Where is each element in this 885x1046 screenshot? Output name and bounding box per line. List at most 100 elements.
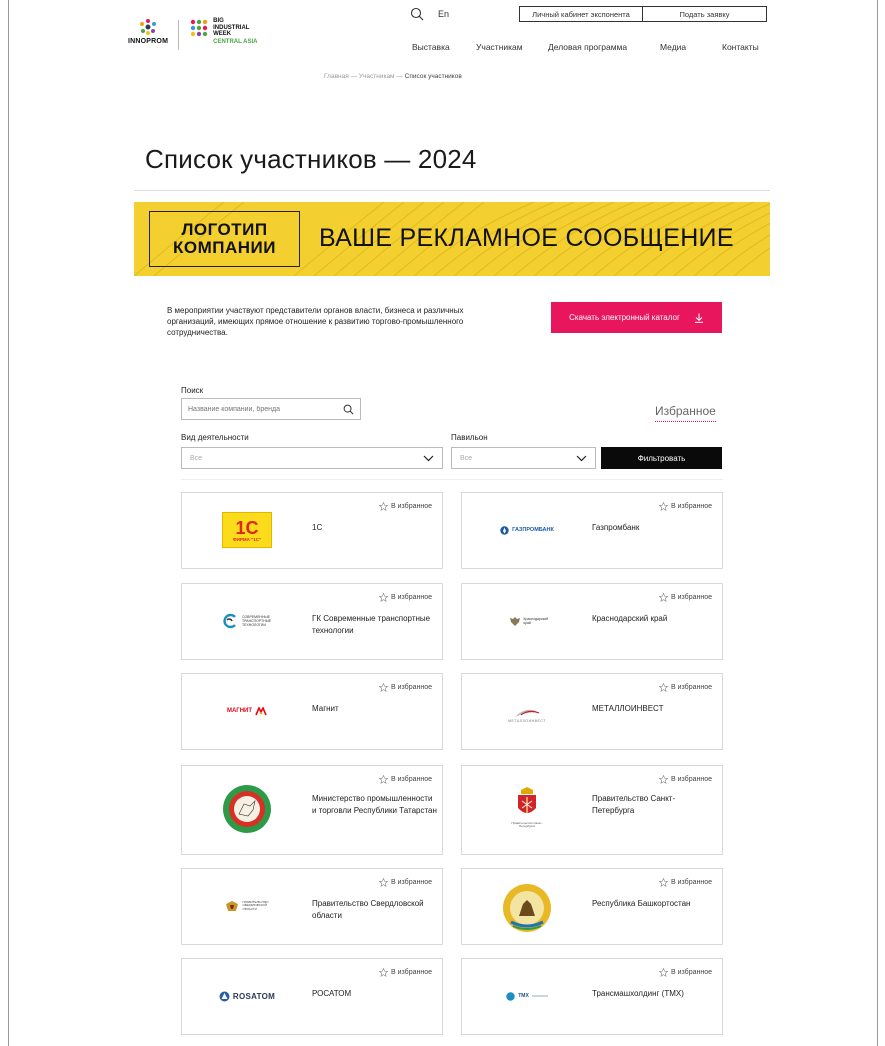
add-to-favorites-label: В избранное: [391, 879, 432, 886]
bashkortostan-logo: [472, 883, 582, 933]
tatarstan-emblem-icon: [223, 785, 271, 833]
add-to-favorites-button[interactable]: В избранное: [659, 502, 712, 511]
nav-item-participants[interactable]: Участникам: [476, 42, 548, 52]
add-to-favorites-button[interactable]: В избранное: [659, 683, 712, 692]
participant-card-magnit[interactable]: В избранное МАГНИТ Магнит: [181, 673, 443, 750]
add-to-favorites-button[interactable]: В избранное: [659, 878, 712, 887]
star-icon: [659, 502, 669, 511]
star-icon: [379, 968, 389, 977]
add-to-favorites-button[interactable]: В избранное: [379, 775, 432, 784]
participant-name[interactable]: Министерство промышленности и торговли Р…: [312, 793, 437, 816]
participant-card-krasnodar[interactable]: В избранное Краснодарский край Краснодар…: [461, 583, 723, 660]
stt-logo: СОВРЕМЕННЫЕ ТРАНСПОРТНЫЕ ТЕХНОЛОГИИ: [192, 596, 302, 646]
krasnodar-logo: Краснодарский край: [472, 596, 582, 646]
participant-card-tatarstan[interactable]: В избранное Министерство промышленности …: [181, 765, 443, 855]
language-switch[interactable]: En: [438, 9, 449, 19]
participant-name[interactable]: 1С: [312, 522, 437, 534]
tmh-logo-text: ТМХ: [518, 993, 529, 999]
magnit-logo: МАГНИТ: [192, 686, 302, 736]
activity-select-value: Все: [190, 454, 203, 462]
participant-name[interactable]: Правительство Санкт-Петербурга: [592, 793, 717, 816]
participant-name[interactable]: ГК Современные транспортные технологии: [312, 613, 437, 636]
chevron-down-icon: [423, 455, 434, 461]
download-icon: [694, 313, 703, 323]
innoprom-logo[interactable]: INNOPROM: [128, 18, 168, 45]
biw-dots-icon: [190, 19, 208, 37]
search-input[interactable]: [188, 405, 343, 413]
add-to-favorites-button[interactable]: В избранное: [659, 775, 712, 784]
participant-card-gazprombank[interactable]: В избранное ГАЗПРОМБАНК Газпромбанк: [461, 492, 723, 569]
breadcrumb-home[interactable]: Главная: [324, 73, 349, 80]
filter-button[interactable]: Фильтровать: [601, 447, 722, 469]
spb-logo-text: Правительство Санкт-Петербурга: [511, 820, 543, 828]
add-to-favorites-button[interactable]: В избранное: [659, 968, 712, 977]
add-to-favorites-label: В избранное: [391, 594, 432, 601]
biw-line-1: BIG: [213, 18, 224, 24]
participant-name[interactable]: Краснодарский край: [592, 613, 717, 625]
star-icon: [379, 593, 389, 602]
star-icon: [379, 878, 389, 887]
apply-button[interactable]: Подать заявку: [643, 6, 768, 22]
participant-name[interactable]: МЕТАЛЛОИНВЕСТ: [592, 703, 717, 715]
banner-logo-placeholder: ЛОГОТИП КОМПАНИИ: [149, 211, 300, 267]
participant-card-1c[interactable]: В избранное 1С ФИРМА "1С" 1С: [181, 492, 443, 569]
add-to-favorites-button[interactable]: В избранное: [659, 593, 712, 602]
breadcrumb-participants[interactable]: Участникам: [359, 73, 395, 80]
breadcrumb-separator: —: [396, 73, 403, 80]
add-to-favorites-button[interactable]: В избранное: [379, 502, 432, 511]
rosatom-logo-text: ROSATOM: [232, 991, 276, 1001]
add-to-favorites-button[interactable]: В избранное: [379, 968, 432, 977]
participant-card-sverdlovsk[interactable]: В избранное ПРАВИТЕЛЬСТВО СВЕРДЛОВСКОЙ О…: [181, 868, 443, 945]
participant-name[interactable]: Газпромбанк: [592, 522, 717, 534]
tmh-stripe-icon: [531, 995, 548, 997]
bashkortostan-emblem-icon: [503, 884, 551, 932]
star-icon: [659, 593, 669, 602]
participant-name[interactable]: РОСАТОМ: [312, 988, 437, 1000]
banner-logo-line-2: КОМПАНИИ: [173, 238, 276, 257]
star-icon: [379, 683, 389, 692]
biw-text: BIG INDUSTRIAL WEEK CENTRAL ASIA: [213, 18, 257, 45]
participant-card-bashkortostan[interactable]: В избранное Республика Башкортостан: [461, 868, 723, 945]
participant-card-metalloinvest[interactable]: В избранное МЕТАЛЛОИНВЕСТ МЕТАЛЛОИНВЕСТ: [461, 673, 723, 750]
tmh-mark-icon: [506, 991, 515, 1001]
header-logos[interactable]: INNOPROM BIG INDUSTRIAL WEEK CENTRAL ASI…: [128, 18, 257, 50]
star-icon: [659, 878, 669, 887]
biw-line-3: WEEK: [213, 31, 232, 37]
nav-item-contacts[interactable]: Контакты: [722, 42, 759, 52]
download-catalog-button[interactable]: Скачать электронный каталог: [551, 302, 722, 333]
search-icon[interactable]: [343, 404, 354, 415]
add-to-favorites-label: В избранное: [671, 776, 712, 783]
search-field[interactable]: [181, 398, 361, 420]
participant-card-stt[interactable]: В избранное СОВРЕМЕННЫЕ ТРАНСПОРТНЫЕ ТЕХ…: [181, 583, 443, 660]
participant-name[interactable]: Трансмашхолдинг (ТМХ): [592, 988, 717, 1000]
sverdlovsk-logo-text: ПРАВИТЕЛЬСТВО СВЕРДЛОВСКОЙ ОБЛАСТИ: [242, 899, 269, 911]
participant-name[interactable]: Правительство Свердловской области: [312, 898, 437, 921]
big-industrial-week-logo[interactable]: BIG INDUSTRIAL WEEK CENTRAL ASIA: [189, 18, 257, 45]
participant-card-spb[interactable]: В избранное Правительство Санкт-Петербур…: [461, 765, 723, 855]
participant-card-tmh[interactable]: В избранное ТМХ Трансмашхолдинг (ТМХ): [461, 958, 723, 1035]
nav-item-business-program[interactable]: Деловая программа: [548, 42, 660, 52]
activity-select[interactable]: Все: [181, 447, 443, 469]
add-to-favorites-label: В избранное: [671, 684, 712, 691]
add-to-favorites-button[interactable]: В избранное: [379, 593, 432, 602]
stt-mark-icon: [223, 613, 236, 629]
activity-label: Вид деятельности: [181, 433, 249, 442]
search-icon[interactable]: [410, 7, 424, 21]
exhibitor-cabinet-button[interactable]: Личный кабинет экспонента: [519, 6, 644, 22]
nav-item-media[interactable]: Медиа: [660, 42, 722, 52]
add-to-favorites-button[interactable]: В избранное: [379, 683, 432, 692]
download-catalog-label: Скачать электронный каталог: [569, 313, 680, 322]
gazprombank-logo-text: ГАЗПРОМБАНК: [512, 527, 554, 533]
participant-name[interactable]: Республика Башкортостан: [592, 898, 717, 910]
nav-item-exhibition[interactable]: Выставка: [412, 42, 476, 52]
breadcrumb-current: Список участников: [404, 73, 462, 80]
metalloinvest-logo-text: МЕТАЛЛОИНВЕСТ: [508, 719, 546, 723]
favorites-link[interactable]: Избранное: [655, 404, 716, 422]
rosatom-mark-icon: [219, 991, 230, 1001]
spb-logo: Правительство Санкт-Петербурга: [472, 782, 582, 832]
add-to-favorites-button[interactable]: В избранное: [379, 878, 432, 887]
participant-name[interactable]: Магнит: [312, 703, 437, 715]
participant-card-rosatom[interactable]: В избранное ROSATOM РОСАТОМ: [181, 958, 443, 1035]
ad-banner[interactable]: ЛОГОТИП КОМПАНИИ ВАШЕ РЕКЛАМНОЕ СООБЩЕНИ…: [134, 202, 770, 276]
pavilion-select[interactable]: Все: [451, 447, 596, 469]
